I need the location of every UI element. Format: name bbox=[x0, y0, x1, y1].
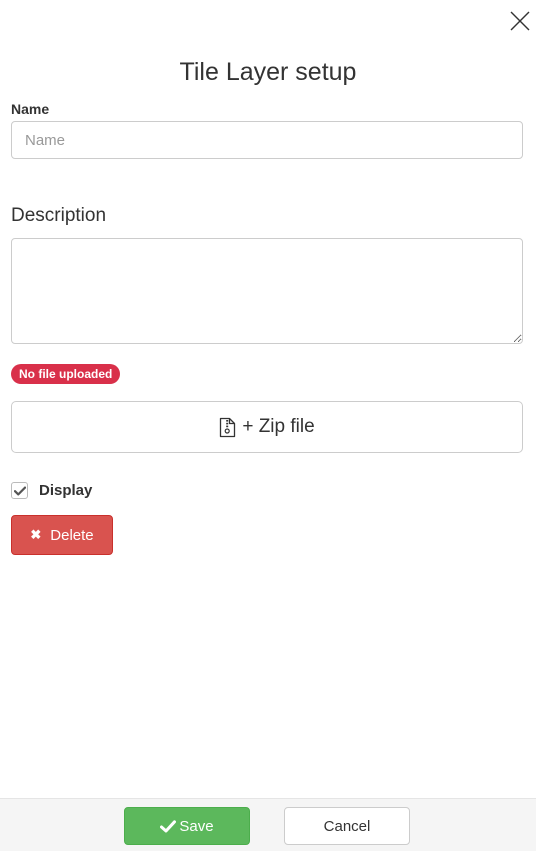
name-input[interactable] bbox=[11, 121, 523, 159]
delete-label: Delete bbox=[50, 526, 94, 544]
check-icon bbox=[160, 819, 177, 833]
name-label: Name bbox=[11, 101, 50, 117]
display-checkbox[interactable] bbox=[11, 482, 28, 499]
save-label: Save bbox=[179, 817, 214, 835]
display-label: Display bbox=[39, 482, 93, 499]
upload-zip-label: + Zip file bbox=[242, 416, 315, 437]
file-status-badge: No file uploaded bbox=[11, 364, 121, 384]
save-button[interactable]: Save bbox=[124, 807, 250, 845]
upload-zip-button[interactable]: + Zip file bbox=[11, 401, 523, 453]
cancel-button[interactable]: Cancel bbox=[284, 807, 410, 845]
close-icon bbox=[510, 11, 530, 31]
dialog-footer: Save Cancel bbox=[0, 798, 536, 851]
checkmark-icon bbox=[13, 486, 26, 495]
times-icon: ✖ bbox=[30, 527, 42, 542]
dialog-title: Tile Layer setup bbox=[179, 58, 357, 86]
delete-button[interactable]: ✖ Delete bbox=[11, 515, 113, 555]
description-input[interactable] bbox=[11, 238, 523, 344]
display-option: Display bbox=[11, 482, 92, 499]
description-label: Description bbox=[11, 205, 107, 226]
file-zip-icon bbox=[219, 417, 236, 438]
close-button[interactable] bbox=[509, 10, 531, 32]
cancel-label: Cancel bbox=[323, 817, 371, 835]
